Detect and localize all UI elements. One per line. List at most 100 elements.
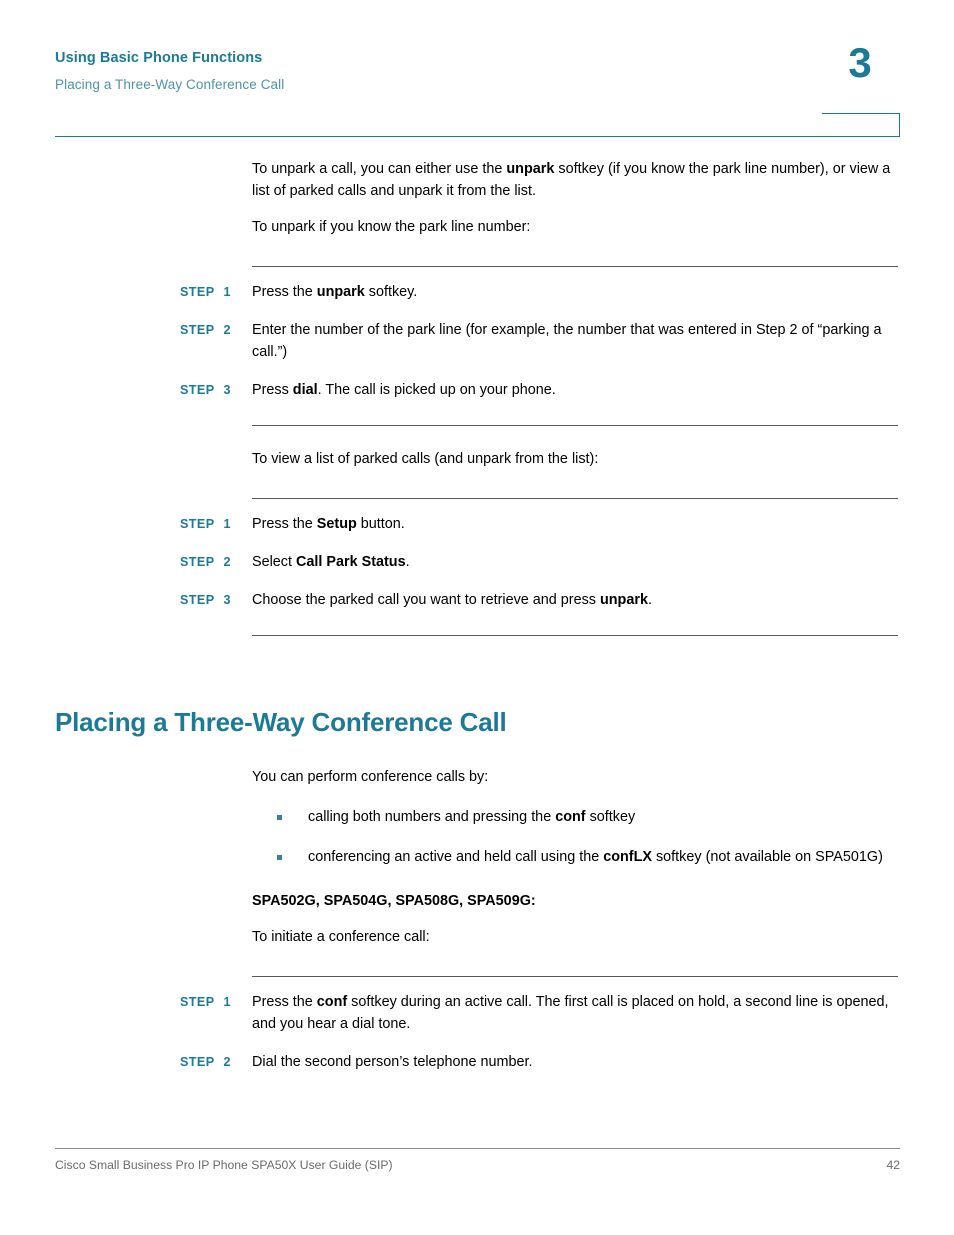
models-subheading: SPA502G, SPA504G, SPA508G, SPA509G:	[252, 893, 536, 909]
intro-paragraph-1-text-a: To unpark a call, you can either use the	[252, 161, 507, 177]
header-rule-vertical-connector	[899, 113, 900, 137]
step-row: STEP 1 Press the unpark softkey.	[0, 281, 954, 303]
step-text-a: Press the	[252, 516, 317, 532]
step-row: STEP 1 Press the conf softkey during an a…	[0, 991, 954, 1035]
step-text-a: Enter the number of the park line (for e…	[252, 322, 882, 360]
step-number: 1	[223, 285, 231, 299]
step-row: STEP 3 Choose the parked call you want to…	[0, 589, 954, 611]
step-label-text: STEP	[180, 1055, 215, 1069]
step-text-bold: Setup	[316, 516, 357, 532]
step-text-a: Select	[252, 554, 296, 570]
step-row: STEP 2 Dial the second person’s telephone…	[0, 1051, 954, 1073]
step-label: STEP 1	[180, 513, 252, 535]
step-text: Enter the number of the park line (for e…	[252, 319, 954, 363]
step-text: Dial the second person’s telephone numbe…	[252, 1051, 954, 1073]
list-item-text: conferencing an active and held call usi…	[308, 846, 898, 868]
square-bullet-icon	[277, 815, 282, 820]
list-item-text-a: calling both numbers and pressing the	[308, 809, 556, 825]
list-item-text-b: softkey	[585, 809, 636, 825]
steps-group-3-top-rule	[252, 976, 898, 977]
step-number: 2	[223, 323, 231, 337]
page-header: Using Basic Phone Functions Placing a Th…	[0, 0, 954, 140]
initiate-conference-paragraph: To initiate a conference call:	[252, 929, 430, 945]
steps-group-2: STEP 1 Press the Setup button. STEP 2 Sele…	[0, 513, 954, 611]
step-label: STEP 2	[180, 1051, 252, 1073]
step-label-text: STEP	[180, 593, 215, 607]
step-label: STEP 3	[180, 379, 252, 401]
step-label: STEP 2	[180, 319, 252, 341]
step-text-a: Press the	[252, 284, 317, 300]
square-bullet-icon	[277, 855, 282, 860]
header-section-subtitle: Placing a Three-Way Conference Call	[55, 77, 285, 92]
step-text-bold: dial	[292, 382, 318, 398]
step-label: STEP 2	[180, 551, 252, 573]
step-text-bold: unpark	[316, 284, 365, 300]
step-text-a: Press	[252, 382, 293, 398]
step-text: Select Call Park Status.	[252, 551, 954, 573]
step-label: STEP 1	[180, 991, 252, 1013]
step-label-text: STEP	[180, 285, 215, 299]
document-page: Using Basic Phone Functions Placing a Th…	[0, 0, 954, 1235]
step-text-b: softkey during an active call. The first…	[252, 994, 889, 1032]
list-item-text-a: conferencing an active and held call usi…	[308, 849, 604, 865]
steps-group-3: STEP 1 Press the conf softkey during an a…	[0, 991, 954, 1073]
steps-group-2-top-rule	[252, 498, 898, 499]
step-label: STEP 1	[180, 281, 252, 303]
step-label-text: STEP	[180, 517, 215, 531]
footer-page-number: 42	[886, 1158, 900, 1172]
step-text-bold: conf	[316, 994, 348, 1010]
intro-paragraph-1-bold-unpark: unpark	[506, 161, 555, 177]
step-row: STEP 1 Press the Setup button.	[0, 513, 954, 535]
step-text-bold: Call Park Status	[296, 554, 406, 570]
footer-document-title: Cisco Small Business Pro IP Phone SPA50X…	[55, 1158, 393, 1172]
step-number: 1	[223, 517, 231, 531]
section-heading: Placing a Three-Way Conference Call	[55, 707, 507, 737]
steps-group-1: STEP 1 Press the unpark softkey. STEP 2 En…	[0, 281, 954, 401]
step-label-text: STEP	[180, 383, 215, 397]
footer-rule	[55, 1148, 900, 1149]
step-text-a: Press the	[252, 994, 317, 1010]
step-label-text: STEP	[180, 323, 215, 337]
header-rule-stub	[822, 113, 900, 114]
step-text: Press dial. The call is picked up on you…	[252, 379, 954, 401]
section-intro-paragraph: You can perform conference calls by:	[252, 769, 489, 785]
step-label-text: STEP	[180, 555, 215, 569]
step-text: Press the Setup button.	[252, 513, 954, 535]
list-item-bold: conf	[555, 809, 586, 825]
step-number: 1	[223, 995, 231, 1009]
step-text-b: button.	[356, 516, 405, 532]
step-text-b: .	[405, 554, 410, 570]
page-content: To unpark a call, you can either use the…	[0, 140, 954, 1073]
step-label-text: STEP	[180, 995, 215, 1009]
step-row: STEP 2 Select Call Park Status.	[0, 551, 954, 573]
list-item-text: calling both numbers and pressing the co…	[308, 806, 898, 828]
step-text-b: .	[647, 592, 652, 608]
list-item: calling both numbers and pressing the co…	[277, 806, 898, 828]
intro-paragraph-2: To unpark if you know the park line numb…	[252, 219, 531, 235]
mid-paragraph: To view a list of parked calls (and unpa…	[252, 451, 599, 467]
step-row: STEP 2 Enter the number of the park line …	[0, 319, 954, 363]
header-rule-bottom	[55, 136, 900, 137]
step-text: Choose the parked call you want to retri…	[252, 589, 954, 611]
step-row: STEP 3 Press dial. The call is picked up …	[0, 379, 954, 401]
list-item-bold: confLX	[603, 849, 652, 865]
list-item-text-b: softkey (not available on SPA501G)	[651, 849, 883, 865]
step-text-bold: unpark	[599, 592, 648, 608]
step-number: 2	[223, 555, 231, 569]
step-number: 3	[223, 383, 231, 397]
conference-methods-list: calling both numbers and pressing the co…	[0, 806, 954, 868]
step-number: 3	[223, 593, 231, 607]
steps-group-1-top-rule	[252, 266, 898, 267]
step-label: STEP 3	[180, 589, 252, 611]
step-text-b: softkey.	[364, 284, 418, 300]
header-chapter-title: Using Basic Phone Functions	[55, 50, 263, 66]
